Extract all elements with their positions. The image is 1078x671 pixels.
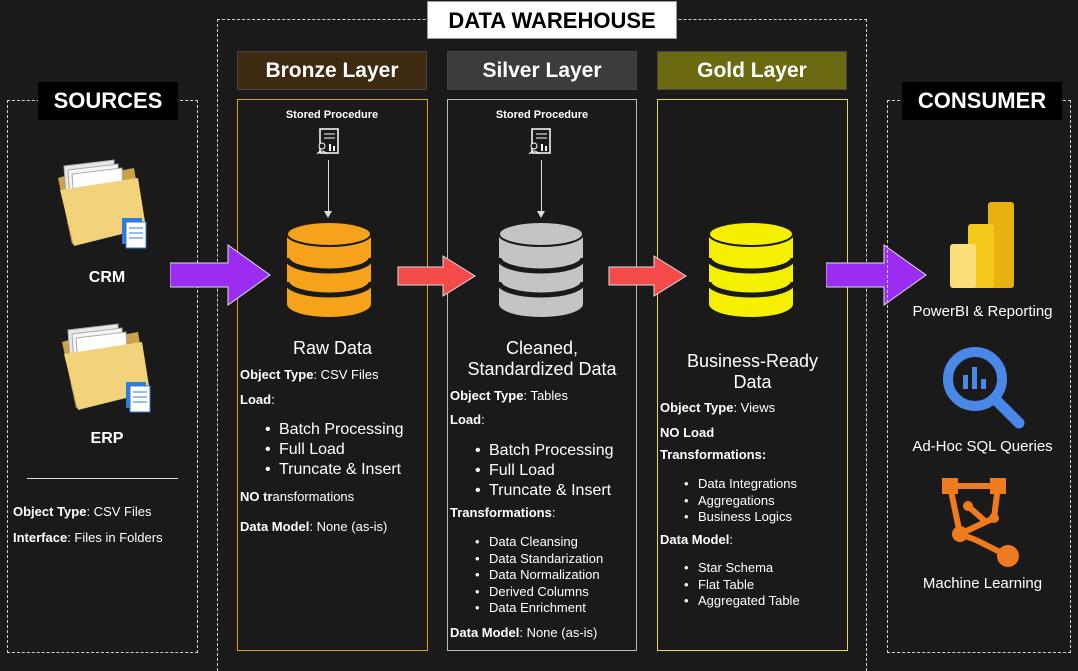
sources-object-type: Object Type: CSV Files — [13, 504, 152, 519]
gold-transformations-list: Data Integrations Aggregations Business … — [684, 476, 797, 526]
gold-data-name: Business-Ready Data — [686, 351, 819, 392]
powerbi-icon — [950, 202, 1014, 288]
gold-layer-header: Gold Layer — [657, 51, 847, 90]
sources-to-bronze-arrow — [170, 244, 271, 306]
silver-to-gold-arrow — [608, 255, 687, 297]
bronze-procedure-arrow — [328, 160, 329, 212]
silver-procedure-arrow — [541, 160, 542, 212]
list-item: Batch Processing — [475, 441, 614, 461]
gold-no-load: NO Load — [660, 425, 715, 440]
bronze-load-list: Batch Processing Full Load Truncate & In… — [265, 420, 404, 480]
bronze-database-icon — [284, 221, 374, 317]
bronze-procedure-arrowhead — [324, 211, 332, 218]
silver-procedure-arrowhead — [537, 211, 545, 218]
gold-transformations-label: Transformations: — [660, 447, 767, 462]
bronze-to-silver-arrow — [397, 255, 476, 297]
list-item: Full Load — [475, 461, 614, 481]
list-item: Data Standarization — [475, 551, 603, 568]
list-item: Full Load — [265, 440, 404, 460]
list-item: Derived Columns — [475, 584, 603, 601]
folder-icon — [58, 159, 147, 249]
bronze-stored-procedure-label: Stored Procedure — [285, 109, 379, 121]
folder-icon — [62, 323, 151, 413]
silver-transformations-list: Data Cleansing Data Standarization Data … — [475, 534, 603, 617]
gold-data-model-list: Star Schema Flat Table Aggregated Table — [684, 560, 800, 610]
list-item: Aggregations — [684, 493, 797, 510]
silver-transformations-label: Transformations: — [450, 505, 556, 520]
silver-data-model: Data Model: None (as-is) — [450, 625, 598, 640]
gold-object-type: Object Type: Views — [660, 400, 776, 415]
machine-learning-icon — [942, 478, 1019, 567]
bronze-no-transformations: NO transformations — [240, 489, 355, 504]
stored-procedure-icon — [316, 128, 339, 155]
list-item: Data Enrichment — [475, 600, 603, 617]
silver-object-type: Object Type: Tables — [450, 388, 569, 403]
warehouse-title: DATA WAREHOUSE — [427, 1, 677, 39]
bigquery-search-icon — [943, 347, 1025, 429]
bronze-data-model: Data Model: None (as-is) — [240, 519, 388, 534]
list-item: Business Logics — [684, 509, 797, 526]
list-item: Aggregated Table — [684, 593, 800, 610]
bronze-object-type: Object Type: CSV Files — [240, 367, 379, 382]
gold-data-model-label: Data Model: — [660, 532, 733, 547]
silver-data-name: Cleaned, Standardized Data — [467, 338, 617, 379]
silver-database-icon — [496, 221, 586, 317]
list-item: Star Schema — [684, 560, 800, 577]
bronze-load-label: Load: — [240, 392, 275, 407]
consumer-sql-label: Ad-Hoc SQL Queries — [912, 438, 1053, 455]
list-item: Data Normalization — [475, 567, 603, 584]
silver-stored-procedure-label: Stored Procedure — [495, 109, 589, 121]
list-item: Truncate & Insert — [265, 460, 404, 480]
consumer-title: CONSUMER — [902, 82, 1062, 120]
list-item: Batch Processing — [265, 420, 404, 440]
list-item: Data Cleansing — [475, 534, 603, 551]
silver-layer-header: Silver Layer — [447, 51, 637, 90]
bronze-layer-header: Bronze Layer — [237, 51, 427, 90]
bronze-data-name: Raw Data — [292, 338, 373, 358]
sources-title: SOURCES — [38, 82, 178, 120]
silver-load-label: Load: — [450, 412, 485, 427]
stored-procedure-icon — [528, 128, 551, 155]
source-erp-label: ERP — [90, 430, 124, 447]
consumer-powerbi-label: PowerBI & Reporting — [912, 303, 1053, 320]
sources-interface: Interface: Files in Folders — [13, 530, 163, 545]
list-item: Truncate & Insert — [475, 481, 614, 501]
source-crm-label: CRM — [88, 269, 126, 286]
sources-divider — [27, 478, 178, 479]
gold-database-icon — [706, 221, 796, 317]
silver-load-list: Batch Processing Full Load Truncate & In… — [475, 441, 614, 501]
list-item: Flat Table — [684, 577, 800, 594]
list-item: Data Integrations — [684, 476, 797, 493]
consumer-ml-label: Machine Learning — [922, 575, 1043, 592]
